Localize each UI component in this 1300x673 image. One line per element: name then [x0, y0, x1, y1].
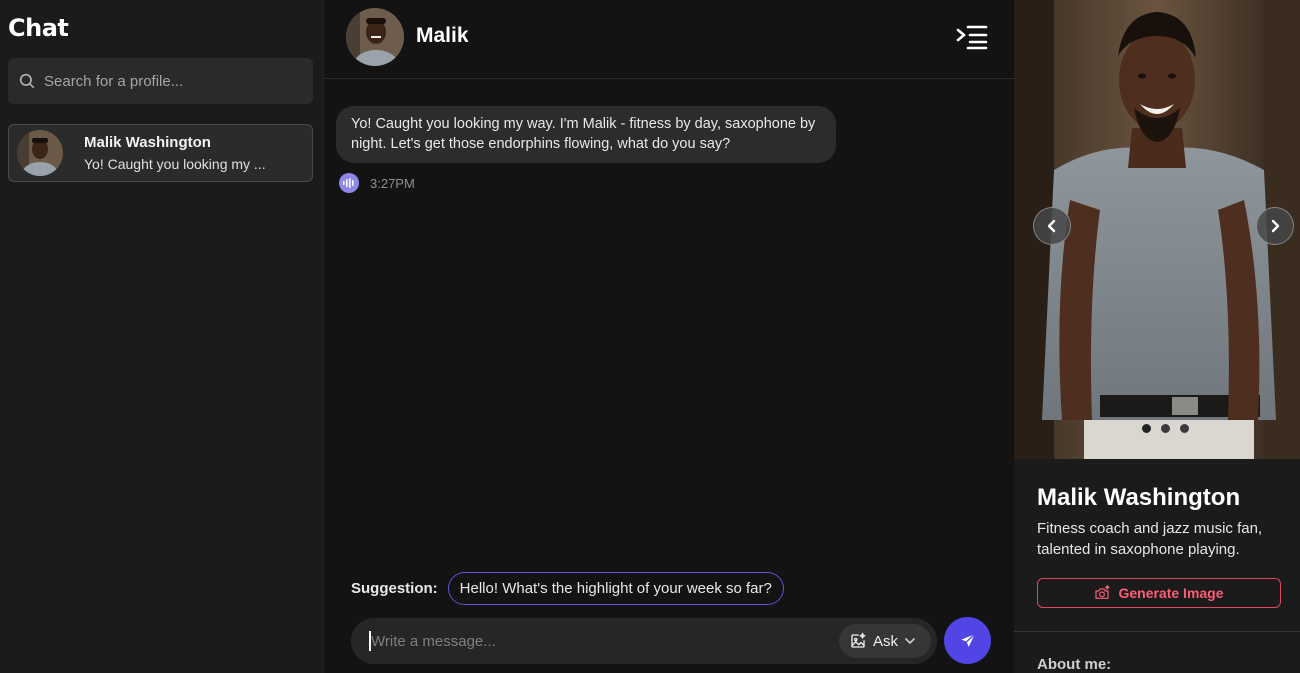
pagination-dot[interactable]: [1161, 424, 1170, 433]
pagination-dot[interactable]: [1180, 424, 1189, 433]
chevron-left-icon: [1047, 219, 1056, 233]
sidebar-title: Chat: [8, 14, 69, 42]
profile-name: Malik Washington: [1037, 484, 1241, 511]
divider: [1014, 631, 1300, 632]
suggestion-row: Suggestion: Hello! What's the highlight …: [351, 572, 784, 605]
sidebar: Chat Malik Washington Yo! Caught you loo…: [0, 0, 324, 673]
message-bubble: Yo! Caught you looking my way. I'm Malik…: [336, 106, 836, 163]
search-icon: [19, 73, 35, 89]
about-heading: About me:: [1037, 656, 1112, 673]
message-time: 3:27PM: [370, 175, 415, 191]
ask-label: Ask: [873, 632, 899, 650]
contact-name: Malik Washington: [84, 134, 211, 151]
chat-panel: Malik Yo! Caught you looking my way. I'm…: [324, 0, 1014, 673]
generate-image-label: Generate Image: [1118, 585, 1224, 601]
search-input[interactable]: [36, 58, 313, 104]
header-avatar[interactable]: [346, 8, 404, 66]
camera-sparkle-icon: [1095, 585, 1111, 599]
profile-bio: Fitness coach and jazz music fan, talent…: [1037, 520, 1263, 558]
profile-photo: [1014, 0, 1300, 459]
photo-pagination: [1142, 424, 1189, 433]
search-box[interactable]: [8, 58, 313, 104]
profile-panel: Malik Washington Fitness coach and jazz …: [1014, 0, 1300, 673]
message-input[interactable]: [369, 631, 829, 651]
chevron-down-icon: [905, 638, 915, 645]
send-button[interactable]: [944, 617, 991, 664]
chat-header-name: Malik: [416, 24, 469, 47]
suggestion-chip[interactable]: Hello! What's the highlight of your week…: [447, 572, 784, 605]
toggle-profile-button[interactable]: [956, 24, 988, 50]
avatar: [17, 130, 63, 176]
audio-wave-icon: [343, 178, 354, 188]
contact-preview: Yo! Caught you looking my ...: [84, 156, 266, 172]
menu-collapse-icon: [956, 25, 988, 50]
photo-next-button[interactable]: [1256, 207, 1294, 245]
photo-prev-button[interactable]: [1033, 207, 1071, 245]
chat-header: Malik: [324, 0, 1014, 79]
message-meta: 3:27PM: [339, 173, 415, 193]
message-composer: Ask: [351, 618, 937, 664]
pagination-dot[interactable]: [1142, 424, 1151, 433]
generate-image-button[interactable]: Generate Image: [1037, 578, 1281, 608]
ask-image-dropdown[interactable]: Ask: [839, 624, 931, 658]
suggestion-label: Suggestion:: [351, 580, 438, 597]
contact-item-malik-washington[interactable]: Malik Washington Yo! Caught you looking …: [8, 124, 313, 182]
chevron-right-icon: [1271, 219, 1280, 233]
play-voice-button[interactable]: [339, 173, 359, 193]
image-sparkle-icon: [851, 632, 866, 648]
send-icon: [960, 633, 975, 647]
